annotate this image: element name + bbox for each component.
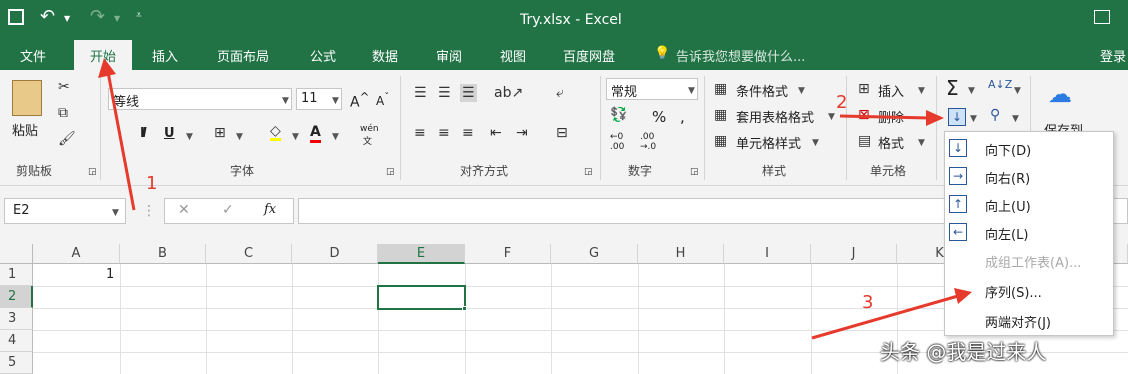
- arrow-step1: [98, 58, 136, 211]
- arrow-step2: [839, 110, 944, 126]
- arrow-step3: [811, 288, 972, 340]
- watermark: 头条 @我是过来人: [880, 340, 1047, 364]
- annotation-arrows: [98, 58, 972, 340]
- annotation-step-3: 3: [862, 292, 874, 313]
- annotation-step-1: 1: [146, 173, 158, 194]
- annotation-step-2: 2: [836, 92, 848, 113]
